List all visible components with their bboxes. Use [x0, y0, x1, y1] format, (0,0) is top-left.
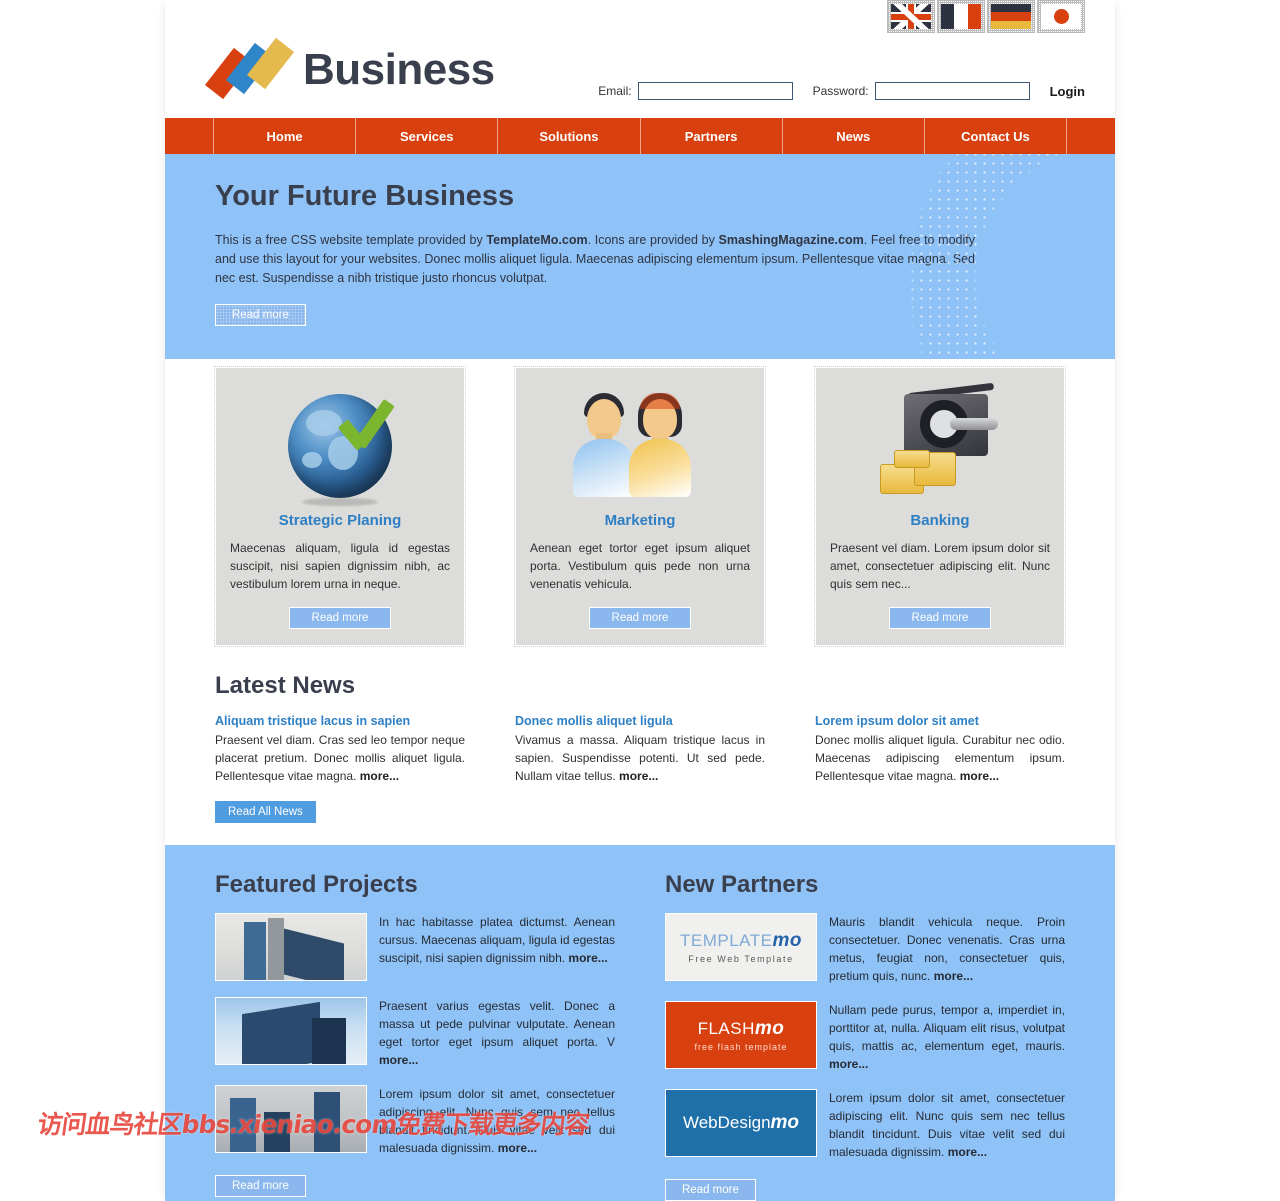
login-form: Email: Password: Login: [598, 82, 1085, 100]
news-item: Donec mollis aliquet ligula Vivamus a ma…: [515, 714, 765, 785]
feature-read-more-button[interactable]: Read more: [888, 607, 992, 629]
nav-item-contact-us[interactable]: Contact Us: [923, 118, 1068, 154]
news-more-link[interactable]: more...: [619, 769, 658, 783]
news-item-text: Vivamus a massa. Aliquam tristique lacus…: [515, 731, 765, 785]
project-text: In hac habitasse platea dictumst. Aenean…: [379, 913, 615, 981]
latest-news-section: Latest News Aliquam tristique lacus in s…: [165, 646, 1115, 823]
nav-item-home[interactable]: Home: [213, 118, 355, 154]
news-body: Praesent vel diam. Cras sed leo tempor n…: [215, 733, 465, 783]
news-item-title[interactable]: Aliquam tristique lacus in sapien: [215, 714, 465, 728]
bottom-sections: Featured Projects In hac habitasse plate…: [165, 845, 1115, 1201]
partner-logo-line1: FLASH: [697, 1019, 755, 1038]
feature-text: Aenean eget tortor eget ipsum aliquet po…: [530, 541, 750, 591]
templatemo-link[interactable]: TemplateMo.com: [486, 233, 587, 247]
webdesignmo-logo[interactable]: WebDesignmo: [665, 1089, 817, 1157]
project-row: In hac habitasse platea dictumst. Aenean…: [215, 913, 615, 981]
project-text: Lorem ipsum dolor sit amet, consectetuer…: [379, 1085, 615, 1157]
nav-item-news[interactable]: News: [781, 118, 924, 154]
feature-title: Strategic Planing: [278, 512, 402, 529]
password-input[interactable]: [874, 82, 1030, 100]
feature-read-more-button[interactable]: Read more: [288, 607, 392, 629]
news-body: Donec mollis aliquet ligula. Curabitur n…: [815, 733, 1065, 783]
hero-read-more-button[interactable]: Read more: [215, 304, 306, 326]
feature-box-marketing: Marketing Aenean eget tortor eget ipsum …: [514, 366, 766, 647]
partner-text: Nullam pede purus, tempor a, imperdiet i…: [829, 1001, 1065, 1073]
news-item: Lorem ipsum dolor sit amet Donec mollis …: [815, 714, 1065, 785]
partner-text: Mauris blandit vehicula neque. Proin con…: [829, 913, 1065, 985]
feature-box-strategic-planing: Strategic Planing Maecenas aliquam, ligu…: [214, 366, 466, 647]
news-item-title[interactable]: Lorem ipsum dolor sit amet: [815, 714, 1065, 728]
partner-row: WebDesignmo Lorem ipsum dolor sit amet, …: [665, 1089, 1065, 1161]
hero-text-2: . Icons are provided by: [587, 233, 719, 247]
globe-check-icon: [230, 386, 450, 506]
page-container: Business Email: Password: Login Home Ser…: [165, 0, 1115, 1201]
feature-text: Maecenas aliquam, ligula id egestas susc…: [230, 541, 450, 591]
feature-title: Marketing: [604, 512, 676, 529]
templatemo-logo[interactable]: TEMPLATEmo Free Web Template: [665, 913, 817, 981]
featured-projects-read-more-button[interactable]: Read more: [215, 1175, 306, 1197]
office-tower-photo[interactable]: [215, 997, 367, 1065]
partner-logo-em: mo: [772, 930, 802, 951]
news-item: Aliquam tristique lacus in sapien Praese…: [215, 714, 465, 785]
project-row: Lorem ipsum dolor sit amet, consectetuer…: [215, 1085, 615, 1157]
password-label: Password:: [812, 84, 869, 98]
new-partners-heading: New Partners: [665, 871, 819, 898]
login-button[interactable]: Login: [1050, 84, 1085, 99]
logo-diamonds-icon: [204, 37, 295, 100]
feature-title: Banking: [910, 512, 970, 529]
hero-description: This is a free CSS website template prov…: [215, 231, 975, 288]
partner-body: Nullam pede purus, tempor a, imperdiet i…: [829, 1003, 1065, 1053]
site-header: Business Email: Password: Login: [165, 0, 1115, 118]
partner-logo-em: mo: [770, 1112, 800, 1133]
partner-row: TEMPLATEmo Free Web Template Mauris blan…: [665, 913, 1065, 985]
email-input[interactable]: [637, 82, 793, 100]
project-more-link[interactable]: more...: [379, 1053, 418, 1067]
project-text: Praesent varius egestas velit. Donec a m…: [379, 997, 615, 1069]
partner-text: Lorem ipsum dolor sit amet, consectetuer…: [829, 1089, 1065, 1161]
feature-box-banking: Banking Praesent vel diam. Lorem ipsum d…: [814, 366, 1066, 647]
news-item-text: Praesent vel diam. Cras sed leo tempor n…: [215, 731, 465, 785]
partner-logo-line2: Free Web Template: [688, 954, 794, 964]
new-partners-read-more-button[interactable]: Read more: [665, 1179, 756, 1201]
construction-site-photo[interactable]: [215, 913, 367, 981]
partner-logo-line1: WebDesign: [682, 1113, 771, 1132]
feature-read-more-button[interactable]: Read more: [588, 607, 692, 629]
project-body: Praesent varius egestas velit. Donec a m…: [379, 999, 615, 1049]
news-more-link[interactable]: more...: [960, 769, 999, 783]
partner-more-link[interactable]: more...: [948, 1145, 987, 1159]
hero-text-1: This is a free CSS website template prov…: [215, 233, 487, 247]
read-all-news-button[interactable]: Read All News: [215, 801, 316, 823]
new-partners-section: New Partners TEMPLATEmo Free Web Templat…: [665, 871, 1065, 1201]
main-navigation: Home Services Solutions Partners News Co…: [165, 118, 1115, 154]
city-skyline-photo[interactable]: [215, 1085, 367, 1153]
featured-projects-section: Featured Projects In hac habitasse plate…: [215, 871, 615, 1201]
partner-row: FLASHmo free flash template Nullam pede …: [665, 1001, 1065, 1073]
flashmo-logo[interactable]: FLASHmo free flash template: [665, 1001, 817, 1069]
partner-more-link[interactable]: more...: [829, 1057, 868, 1071]
news-item-title[interactable]: Donec mollis aliquet ligula: [515, 714, 765, 728]
hero-banner: Your Future Business This is a free CSS …: [165, 154, 1115, 359]
project-more-link[interactable]: more...: [568, 951, 607, 965]
project-row: Praesent varius egestas velit. Donec a m…: [215, 997, 615, 1069]
partner-logo-line1: TEMPLATE: [680, 931, 773, 950]
nav-item-solutions[interactable]: Solutions: [497, 118, 639, 154]
partner-logo-line2: free flash template: [694, 1042, 788, 1052]
partner-more-link[interactable]: more...: [934, 969, 973, 983]
email-label: Email:: [598, 84, 632, 98]
feature-text: Praesent vel diam. Lorem ipsum dolor sit…: [830, 541, 1050, 591]
latest-news-heading: Latest News: [215, 672, 356, 699]
smashingmagazine-link[interactable]: SmashingMagazine.com: [719, 233, 864, 247]
featured-projects-heading: Featured Projects: [215, 871, 418, 898]
partner-logo-em: mo: [754, 1018, 785, 1039]
money-press-icon: [830, 382, 1050, 506]
people-icon: [530, 386, 750, 506]
hero-title: Your Future Business: [215, 180, 515, 212]
nav-item-partners[interactable]: Partners: [639, 118, 782, 154]
site-logo[interactable]: Business: [204, 37, 495, 100]
brand-name: Business: [303, 45, 495, 94]
feature-boxes: Strategic Planing Maecenas aliquam, ligu…: [165, 359, 1115, 647]
news-more-link[interactable]: more...: [360, 769, 399, 783]
nav-item-services[interactable]: Services: [355, 118, 497, 154]
news-item-text: Donec mollis aliquet ligula. Curabitur n…: [815, 731, 1065, 785]
